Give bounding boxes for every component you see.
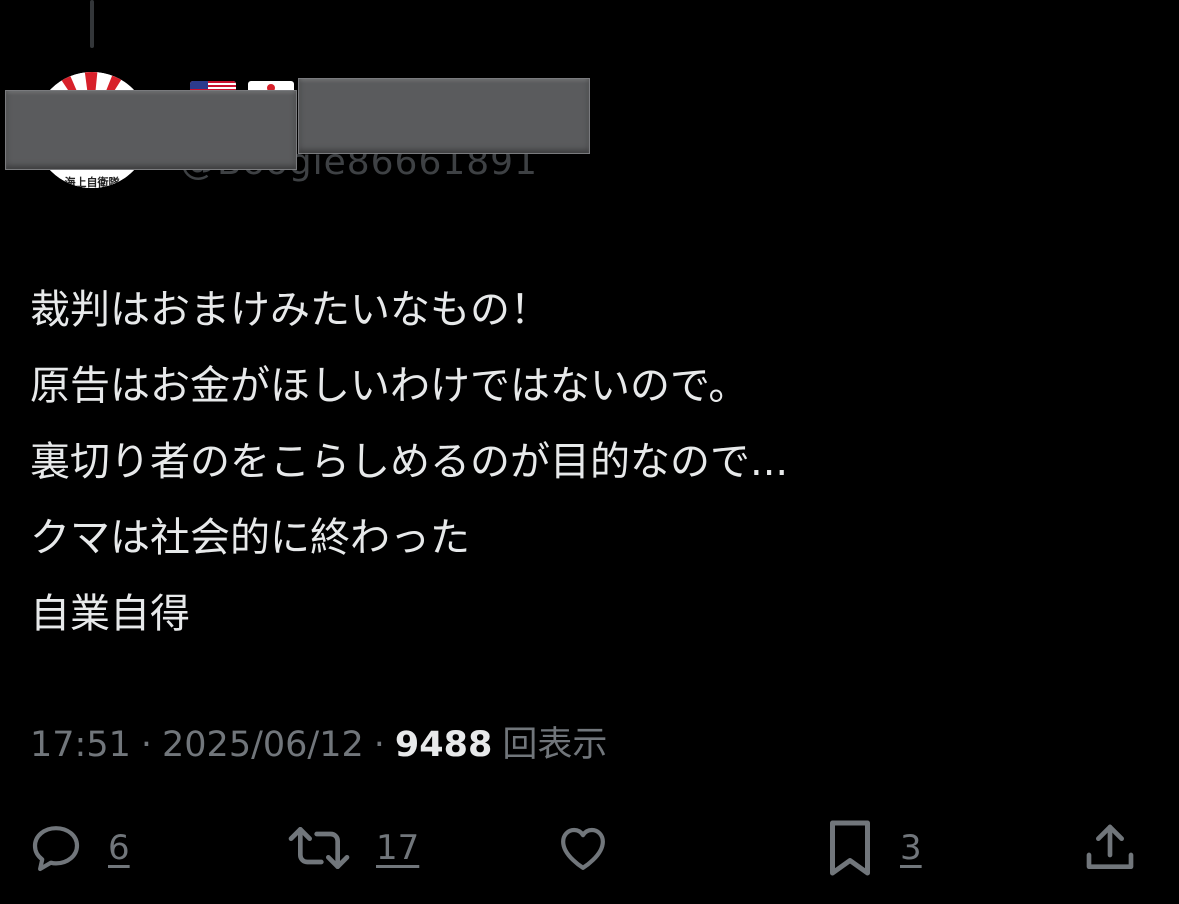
post-line: 裁判はおまけみたいなもの！	[30, 287, 550, 333]
meta-separator: ·	[373, 725, 385, 765]
post-body: 裁判はおまけみたいなもの！ 原告はお金がほしいわけではないので。 裏切り者のをこ…	[30, 272, 788, 652]
bookmark-count: 3	[900, 828, 922, 868]
repost-button[interactable]: 17	[286, 808, 419, 888]
thread-connector-line	[90, 0, 94, 48]
post-detail: 海上自衛隊 @Boogie86661891 裁判はおまけみたいなもの！ 原告はお…	[0, 0, 1179, 904]
post-time[interactable]: 17:51	[30, 725, 131, 765]
share-icon	[1086, 824, 1134, 869]
post-date[interactable]: 2025/06/12	[162, 725, 364, 765]
post-meta: 17:51 · 2025/06/12 · 9488 回表示	[30, 716, 607, 767]
post-line: 自業自得	[30, 591, 190, 637]
view-count: 9488	[394, 725, 493, 765]
repost-count: 17	[376, 828, 420, 868]
reply-icon	[32, 826, 80, 872]
post-line: クマは社会的に終わった	[30, 515, 470, 561]
repost-icon	[288, 827, 350, 869]
post-line: 原告はお金がほしいわけではないので。	[30, 363, 749, 409]
meta-separator: ·	[140, 725, 153, 765]
post-line: 裏切り者のをこらしめるのが目的なので...	[30, 439, 789, 485]
action-bar: 6 17 3	[0, 808, 1179, 888]
redaction-box-display-name	[5, 90, 297, 170]
avatar-caption: 海上自衛隊	[64, 176, 120, 188]
reply-button[interactable]: 6	[28, 808, 130, 888]
heart-icon	[561, 827, 605, 870]
bookmark-icon	[830, 820, 870, 876]
view-count-label: 回表示	[502, 725, 608, 765]
reply-count: 6	[108, 828, 130, 868]
redaction-box-username	[298, 78, 590, 154]
like-button[interactable]	[554, 808, 612, 888]
bookmark-button[interactable]: 3	[824, 808, 922, 888]
share-button[interactable]	[1082, 808, 1138, 888]
